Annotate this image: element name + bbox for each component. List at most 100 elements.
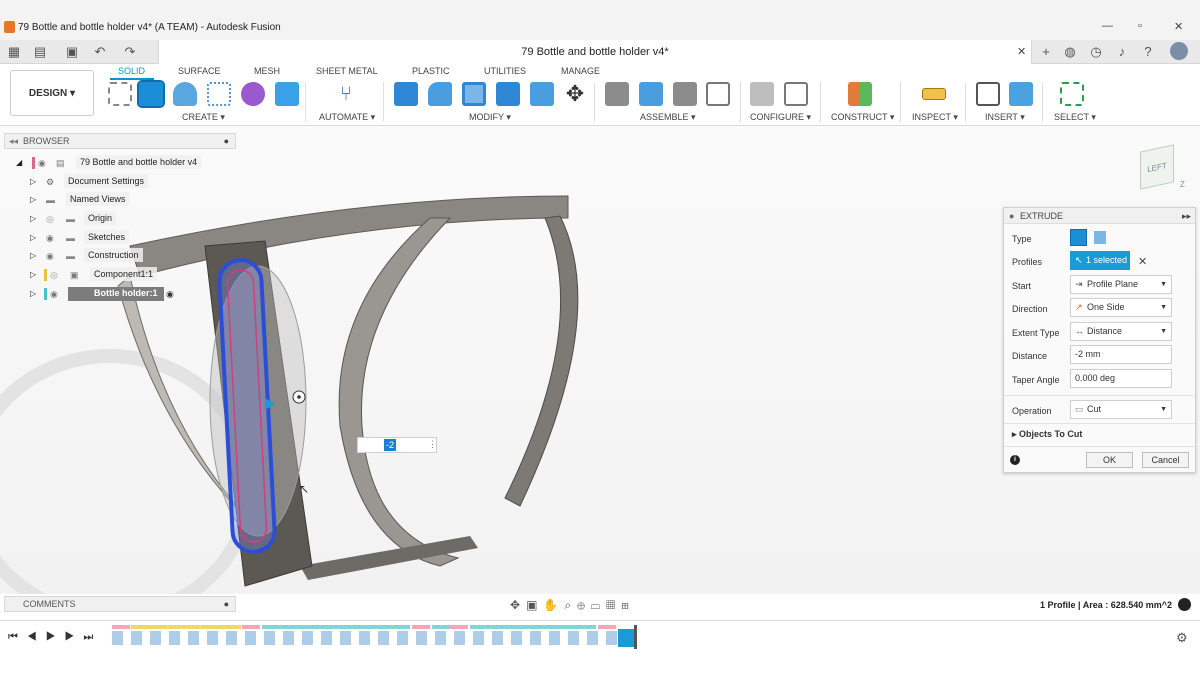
tab-utilities[interactable]: UTILITIES xyxy=(484,66,526,76)
orbit-icon[interactable]: ✥ xyxy=(510,598,526,612)
visibility-eye-icon[interactable]: ◉ xyxy=(46,229,54,247)
tab-plastic[interactable]: PLASTIC xyxy=(412,66,450,76)
bill-of-materials-icon[interactable] xyxy=(706,82,730,106)
group-assemble[interactable]: ASSEMBLE ▾ xyxy=(640,112,696,123)
visibility-hidden-icon[interactable]: ◎ xyxy=(46,210,54,228)
create-sketch-icon[interactable] xyxy=(108,82,132,106)
expand-icon[interactable]: ▷ xyxy=(30,173,36,191)
timeline-next-icon[interactable]: ▶ xyxy=(65,631,84,643)
tab-mesh[interactable]: MESH xyxy=(254,66,280,76)
expand-icon[interactable]: ◢ xyxy=(16,154,22,172)
distance-input[interactable]: -2 mm xyxy=(1070,345,1172,364)
workspace-switcher[interactable]: DESIGN ▾ xyxy=(10,70,94,116)
zoom-window-icon[interactable]: ⊕ xyxy=(577,598,591,612)
extrude-icon[interactable] xyxy=(137,80,165,108)
configure-icon[interactable] xyxy=(750,82,774,106)
tab-manage[interactable]: MANAGE xyxy=(561,66,600,76)
visibility-eye-icon[interactable]: ◉ xyxy=(38,154,46,172)
group-inspect[interactable]: INSPECT ▾ xyxy=(912,112,958,123)
info-icon[interactable]: i xyxy=(1010,455,1020,465)
expand-icon[interactable]: ▷ xyxy=(30,229,36,247)
timeline-current-feature[interactable] xyxy=(618,629,634,647)
operation-select[interactable]: ▭ Cut ▼ xyxy=(1070,400,1172,419)
automate-icon[interactable]: ⑂ xyxy=(334,82,358,106)
group-insert[interactable]: INSERT ▾ xyxy=(985,112,1025,123)
profiles-selection-chip[interactable]: ↖ 1 selected xyxy=(1070,251,1130,270)
timeline-last-icon[interactable]: ⏭ xyxy=(83,631,102,643)
combine-icon[interactable] xyxy=(496,82,520,106)
visibility-eye-icon[interactable]: ◉ xyxy=(46,247,54,265)
browser-header[interactable]: ◂◂ BROWSER ● xyxy=(4,133,236,149)
fillet-icon[interactable] xyxy=(428,82,452,106)
group-modify[interactable]: MODIFY ▾ xyxy=(469,112,511,123)
grid-settings-icon[interactable]: ▦ xyxy=(606,598,621,612)
redo-icon[interactable]: ↷ xyxy=(122,44,138,60)
group-configure[interactable]: CONFIGURE ▾ xyxy=(750,112,811,123)
browser-pin-icon[interactable]: ● xyxy=(224,134,229,148)
collapse-browser-icon[interactable]: ◂◂ xyxy=(9,134,18,148)
status-icon[interactable] xyxy=(1178,598,1191,611)
select-icon[interactable] xyxy=(1060,82,1084,106)
tab-solid[interactable]: SOLID xyxy=(118,66,145,76)
split-body-icon[interactable] xyxy=(530,82,554,106)
group-select[interactable]: SELECT ▾ xyxy=(1054,112,1096,123)
start-select[interactable]: ⇥ Profile Plane ▼ xyxy=(1070,275,1172,294)
expand-icon[interactable]: ▷ xyxy=(30,210,36,228)
expand-icon[interactable]: ▷ xyxy=(30,285,36,303)
cancel-button[interactable]: Cancel xyxy=(1142,452,1189,468)
view-cube[interactable]: LEFT xyxy=(1140,144,1174,190)
direction-select[interactable]: ↗ One Side ▼ xyxy=(1070,298,1172,317)
avatar[interactable] xyxy=(1170,42,1188,60)
notifications-icon[interactable]: ♪ xyxy=(1114,44,1130,60)
timeline-settings-icon[interactable]: ⚙ xyxy=(1176,630,1188,646)
objects-to-cut-section[interactable]: ▸ Objects To Cut xyxy=(1012,429,1082,440)
extensions-icon[interactable]: ◍ xyxy=(1062,44,1078,60)
tab-sheet-metal[interactable]: SHEET METAL xyxy=(316,66,378,76)
insert-derive-icon[interactable] xyxy=(976,82,1000,106)
help-icon[interactable]: ? xyxy=(1140,44,1156,60)
document-tab[interactable]: 79 Bottle and bottle holder v4* ✕ xyxy=(158,40,1032,64)
group-create[interactable]: CREATE ▾ xyxy=(182,112,225,123)
pan-icon[interactable]: ✋ xyxy=(543,598,564,612)
type-solid-icon[interactable] xyxy=(1070,229,1087,246)
revolve-icon[interactable] xyxy=(173,82,197,106)
type-thin-icon[interactable] xyxy=(1094,231,1106,244)
zoom-icon[interactable]: ⌕ xyxy=(564,598,577,612)
undo-icon[interactable]: ↶ xyxy=(92,44,108,60)
ok-button[interactable]: OK xyxy=(1086,452,1133,468)
as-built-joint-icon[interactable] xyxy=(673,82,697,106)
configuration-table-icon[interactable] xyxy=(784,82,808,106)
close-window-icon[interactable]: ✕ xyxy=(1174,20,1183,33)
shell-icon[interactable] xyxy=(462,82,486,106)
file-icon[interactable]: ▤ xyxy=(32,44,48,60)
more-options-icon[interactable]: ⋮ xyxy=(428,439,437,450)
visibility-hidden-icon[interactable]: ◎ xyxy=(50,266,58,284)
clear-selection-icon[interactable]: ✕ xyxy=(1138,255,1147,268)
timeline-prev-icon[interactable]: ◀ xyxy=(27,631,46,643)
nav-toolbar[interactable]: ✥▣✋⌕⊕▭▦⊞ xyxy=(510,598,635,613)
save-icon[interactable]: ▣ xyxy=(64,44,80,60)
new-component-icon[interactable] xyxy=(605,82,629,106)
expand-icon[interactable]: ▷ xyxy=(30,247,36,265)
box-icon[interactable] xyxy=(275,82,299,106)
taper-angle-input[interactable]: 0.000 deg xyxy=(1070,369,1172,388)
display-settings-icon[interactable]: ▭ xyxy=(591,598,606,612)
activate-radio-icon[interactable]: ◉ xyxy=(166,285,174,303)
comments-pin-icon[interactable]: ● xyxy=(224,597,229,611)
timeline-feature-icons[interactable] xyxy=(112,631,632,645)
close-tab-icon[interactable]: ✕ xyxy=(1017,45,1026,58)
expand-icon[interactable]: ▷ xyxy=(30,191,36,209)
distance-dimension-box[interactable]: -2 ⋮ xyxy=(357,437,437,453)
group-construct[interactable]: CONSTRUCT ▾ xyxy=(831,112,894,123)
timeline-marker[interactable] xyxy=(634,625,637,649)
new-tab-icon[interactable]: + xyxy=(1038,44,1054,60)
expand-icon[interactable]: ▷ xyxy=(30,266,36,284)
insert-canvas-icon[interactable] xyxy=(1009,82,1033,106)
move-icon[interactable]: ✥ xyxy=(563,82,587,106)
tab-surface[interactable]: SURFACE xyxy=(178,66,221,76)
maximize-icon[interactable]: ▫ xyxy=(1138,20,1142,32)
distance-dimension-value[interactable]: -2 xyxy=(384,439,397,451)
timeline-play-icon[interactable]: ▶ xyxy=(46,631,65,643)
timeline-first-icon[interactable]: ⏮ xyxy=(8,631,27,643)
extrude-header[interactable]: ● EXTRUDE ▸▸ xyxy=(1004,208,1195,224)
